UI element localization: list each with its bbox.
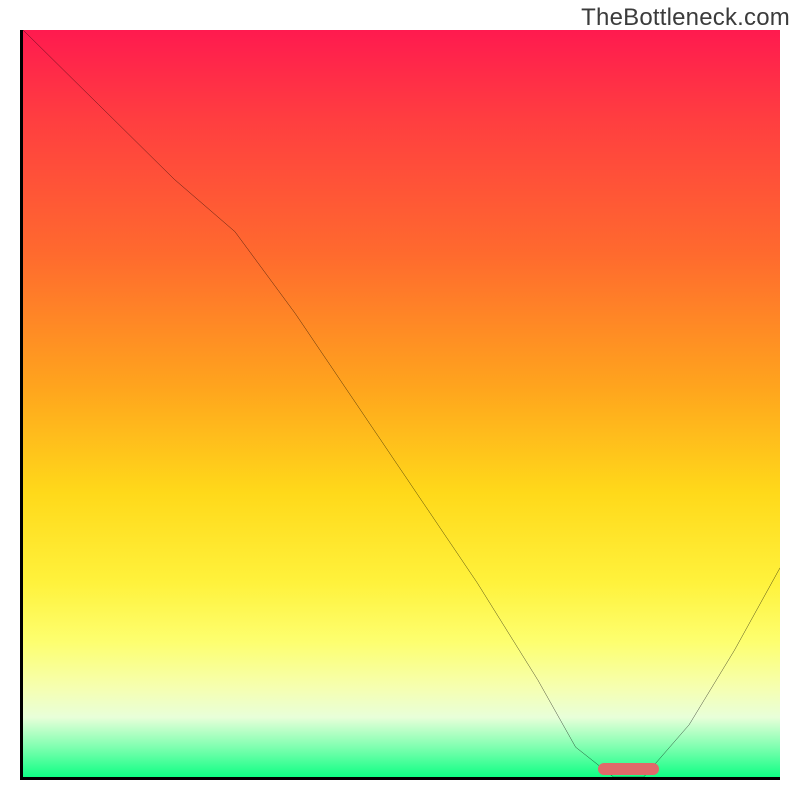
watermark-text: TheBottleneck.com [581, 4, 790, 32]
chart-container: TheBottleneck.com [0, 0, 800, 800]
plot-area [20, 30, 780, 780]
bottleneck-curve [23, 30, 780, 777]
optimal-range-marker [598, 763, 659, 775]
